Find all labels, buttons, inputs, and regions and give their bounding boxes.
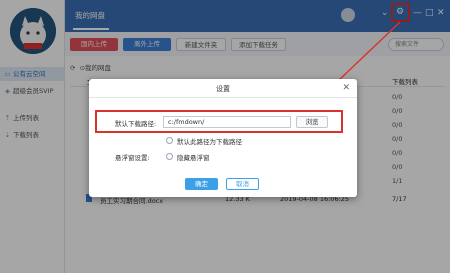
tray-setting-label: 悬浮窗设置: xyxy=(115,154,150,162)
divider xyxy=(89,97,357,98)
hide-tray-checkbox[interactable] xyxy=(166,153,173,160)
browse-button[interactable]: 浏览 xyxy=(296,116,328,128)
download-path-input[interactable]: c:/fmdown/ xyxy=(163,116,291,128)
close-icon[interactable]: ✕ xyxy=(342,83,350,93)
ok-button[interactable]: 确定 xyxy=(185,178,218,190)
settings-dialog: 设置 ✕ 默认下载路径: c:/fmdown/ 浏览 默认此路径为下载路径 悬浮… xyxy=(89,79,357,197)
default-path-checkbox-label: 默认此路径为下载路径 xyxy=(177,138,242,146)
default-path-checkbox[interactable] xyxy=(166,137,173,144)
cancel-button[interactable]: 取消 xyxy=(226,178,259,190)
dialog-title: 设置 xyxy=(216,85,230,93)
hide-tray-checkbox-label: 隐藏悬浮窗 xyxy=(177,154,210,162)
download-path-label: 默认下载路径: xyxy=(115,120,157,128)
